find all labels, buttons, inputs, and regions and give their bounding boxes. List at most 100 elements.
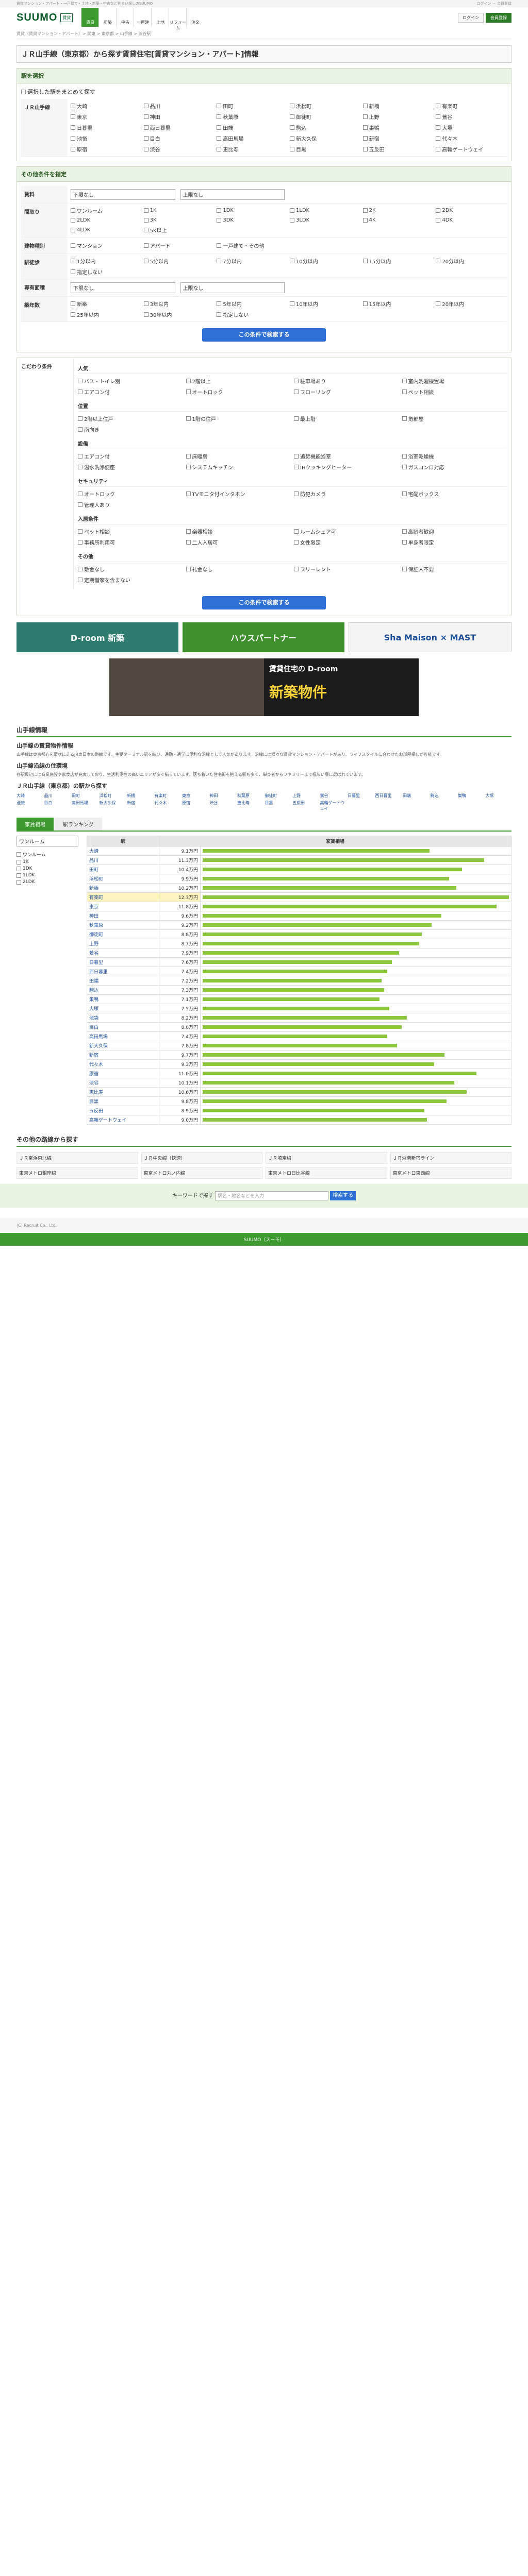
- age-option[interactable]: 25年以内: [71, 311, 139, 318]
- station-cell[interactable]: 代々木: [87, 1059, 159, 1070]
- walk-option[interactable]: 指定しない: [71, 268, 139, 276]
- rank-filter-option[interactable]: ワンルーム: [16, 851, 78, 858]
- age-option[interactable]: 10年以内: [290, 300, 358, 308]
- nav-item[interactable]: 賃貸: [81, 8, 99, 27]
- checkbox-icon[interactable]: [186, 389, 191, 394]
- station-cell[interactable]: 新橋: [87, 883, 159, 893]
- station-link[interactable]: 新大久保: [100, 800, 126, 811]
- banner-shamaison[interactable]: Sha Maison × MAST: [349, 622, 512, 652]
- rank-filter-option[interactable]: 1K: [16, 859, 78, 865]
- station-cell[interactable]: 田町: [87, 865, 159, 875]
- login-button[interactable]: ログイン: [458, 12, 484, 23]
- nav-item[interactable]: 注文: [186, 8, 204, 27]
- walk-option[interactable]: 7分以内: [217, 257, 285, 265]
- station-link[interactable]: 目白: [44, 800, 71, 811]
- detail-submit-button[interactable]: この条件で検索する: [202, 596, 326, 609]
- checkbox-icon[interactable]: [186, 416, 191, 421]
- checkbox-icon[interactable]: [294, 567, 299, 571]
- station-option[interactable]: 大崎: [71, 102, 139, 110]
- madori-option[interactable]: 2DK: [436, 207, 504, 214]
- madori-option[interactable]: ワンルーム: [71, 207, 139, 214]
- checkbox-icon[interactable]: [294, 540, 299, 545]
- checkbox-icon[interactable]: [217, 104, 222, 108]
- checkbox-icon[interactable]: [143, 114, 148, 119]
- station-option[interactable]: 五反田: [362, 145, 431, 153]
- checkbox-icon[interactable]: [186, 492, 191, 496]
- banner-droom[interactable]: D-room 新築: [16, 622, 178, 652]
- madori-option[interactable]: 4K: [362, 217, 431, 223]
- radio-icon[interactable]: [16, 852, 21, 857]
- nav-item[interactable]: 一戸建: [134, 8, 151, 27]
- station-link[interactable]: 上野: [292, 793, 319, 799]
- station-link[interactable]: 高輪ゲートウェイ: [320, 800, 346, 811]
- checkbox-icon[interactable]: [71, 125, 75, 130]
- walk-option[interactable]: 15分以内: [362, 257, 431, 265]
- search-input[interactable]: 駅名・地名などを入力: [215, 1191, 328, 1201]
- checkbox-icon[interactable]: [294, 465, 299, 469]
- station-cell[interactable]: 高輪ゲートウェイ: [87, 1115, 159, 1125]
- checkbox-icon[interactable]: [402, 529, 407, 534]
- station-link[interactable]: 新宿: [127, 800, 153, 811]
- station-link[interactable]: 西日暮里: [375, 793, 402, 799]
- age-option[interactable]: 15年以内: [362, 300, 431, 308]
- area-min-select[interactable]: 下限なし: [71, 282, 175, 293]
- checkbox-icon[interactable]: [217, 243, 222, 248]
- station-option[interactable]: 恵比寿: [217, 145, 285, 153]
- station-cell[interactable]: 目白: [87, 1022, 159, 1032]
- detail-option[interactable]: ペット相談: [78, 528, 183, 535]
- checkbox-icon[interactable]: [294, 529, 299, 534]
- station-cell[interactable]: 上野: [87, 939, 159, 949]
- detail-option[interactable]: 温水洗浄便座: [78, 463, 183, 471]
- detail-option[interactable]: 最上階: [294, 415, 399, 422]
- line-link[interactable]: ＪＲ京浜東北線: [16, 1152, 138, 1164]
- checkbox-icon[interactable]: [143, 312, 148, 317]
- checkbox-icon[interactable]: [290, 114, 294, 119]
- detail-option[interactable]: 楽器相談: [186, 528, 291, 535]
- checkbox-icon[interactable]: [78, 379, 82, 383]
- rent-min-select[interactable]: 下限なし: [71, 189, 175, 200]
- madori-option[interactable]: 3K: [143, 217, 212, 223]
- checkbox-icon[interactable]: [362, 301, 368, 306]
- rent-max-select[interactable]: 上限なし: [180, 189, 285, 200]
- checkbox-icon[interactable]: [436, 125, 441, 130]
- detail-option[interactable]: 2階以上住戸: [78, 415, 183, 422]
- topbar-right[interactable]: ログイン ・ 会員登録: [477, 1, 512, 6]
- madori-option[interactable]: 1LDK: [290, 207, 358, 214]
- checkbox-icon[interactable]: [362, 114, 368, 119]
- detail-option[interactable]: ガスコンロ対応: [402, 463, 507, 471]
- line-link[interactable]: ＪＲ湘南新宿ライン: [390, 1152, 512, 1164]
- station-link[interactable]: 目黒: [265, 800, 291, 811]
- checkbox-icon[interactable]: [71, 243, 75, 248]
- walk-option[interactable]: 10分以内: [290, 257, 358, 265]
- nav-item[interactable]: 土地: [151, 8, 169, 27]
- detail-option[interactable]: 浴室乾燥機: [402, 452, 507, 460]
- checkbox-icon[interactable]: [290, 125, 294, 130]
- station-link[interactable]: 渋谷: [210, 800, 236, 811]
- checkbox-icon[interactable]: [71, 136, 75, 141]
- station-cell[interactable]: 目黒: [87, 1096, 159, 1107]
- detail-option[interactable]: 追焚機能浴室: [294, 452, 399, 460]
- station-cell[interactable]: 大塚: [87, 1004, 159, 1014]
- checkbox-icon[interactable]: [362, 218, 368, 223]
- station-option[interactable]: 御徒町: [290, 113, 358, 121]
- checkbox-icon[interactable]: [402, 465, 407, 469]
- checkbox-icon[interactable]: [78, 416, 82, 421]
- checkbox-icon[interactable]: [290, 301, 294, 306]
- station-link[interactable]: 恵比寿: [237, 800, 263, 811]
- station-option[interactable]: 渋谷: [143, 145, 212, 153]
- checkbox-icon[interactable]: [186, 529, 191, 534]
- checkbox-icon[interactable]: [186, 454, 191, 459]
- station-option[interactable]: 有楽町: [436, 102, 504, 110]
- checkbox-icon[interactable]: [362, 147, 368, 151]
- checkbox-icon[interactable]: [294, 492, 299, 496]
- station-link[interactable]: 秋葉原: [237, 793, 263, 799]
- detail-option[interactable]: 室内洗濯機置場: [402, 377, 507, 385]
- detail-option[interactable]: 単身者限定: [402, 538, 507, 546]
- station-cell[interactable]: 巣鴨: [87, 994, 159, 1005]
- line-link[interactable]: 東京メトロ東西線: [390, 1167, 512, 1179]
- detail-option[interactable]: 床暖房: [186, 452, 291, 460]
- checkbox-icon[interactable]: [290, 208, 294, 213]
- station-link[interactable]: 五反田: [292, 800, 319, 811]
- age-option[interactable]: 20年以内: [436, 300, 504, 308]
- detail-option[interactable]: 二人入居可: [186, 538, 291, 546]
